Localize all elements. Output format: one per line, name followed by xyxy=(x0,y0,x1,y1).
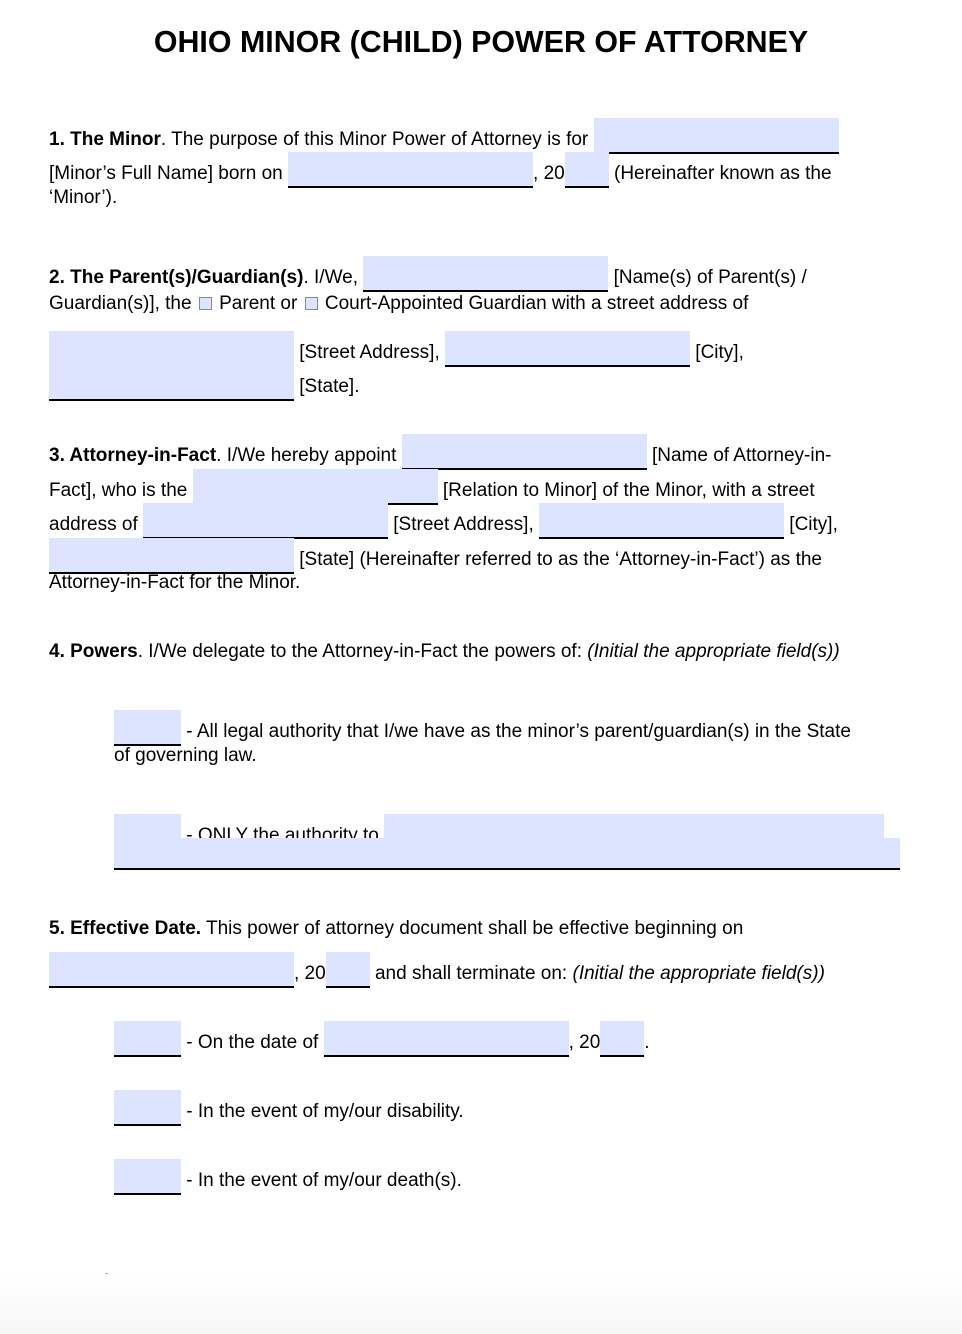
section5-option3: - In the event of my/our death(s). xyxy=(114,1159,462,1195)
option-text: - In the event of my/our disability. xyxy=(181,1101,464,1122)
effective-start-date-field[interactable] xyxy=(49,952,294,988)
footer-site: PowerofAttorney.com xyxy=(49,1272,201,1289)
attorney-city-field[interactable] xyxy=(539,503,785,539)
section3-line1: 3. Attorney-in-Fact. I/We hereby appoint… xyxy=(49,434,831,470)
attorney-state-field[interactable] xyxy=(49,538,294,574)
section2-line3: [Street Address], [City], xyxy=(49,331,744,367)
court-guardian-checkbox-label: Court-Appointed Guardian with a street a… xyxy=(319,293,749,314)
only-authority-field-2[interactable] xyxy=(114,838,900,870)
section3-line3: address of [Street Address], [City], xyxy=(49,503,838,539)
section1-heading: 1. The Minor xyxy=(49,129,161,150)
option-text: . xyxy=(644,1032,650,1053)
minor-name-field[interactable] xyxy=(593,118,839,154)
initial-terminate-date-field[interactable] xyxy=(114,1021,181,1057)
section3-text: [City], xyxy=(784,514,838,535)
section2-line2: Guardian(s)], the Parent or Court-Appoin… xyxy=(49,293,748,315)
section2-text: [Name(s) of Parent(s) / xyxy=(608,267,807,288)
initial-death-field[interactable] xyxy=(114,1159,181,1195)
section1-text: [Minor’s Full Name] born on xyxy=(49,163,289,184)
section2-line4: [State]. xyxy=(49,365,359,401)
terminate-date-field[interactable] xyxy=(323,1021,569,1057)
parent-checkbox-label: Parent or xyxy=(213,293,303,314)
section3-text: [Street Address], xyxy=(388,514,540,535)
document-page: OHIO MINOR (CHILD) POWER OF ATTORNEY 1. … xyxy=(0,0,962,1334)
section5-text: and shall terminate on: xyxy=(369,963,573,984)
section3-heading: 3. Attorney-in-Fact xyxy=(49,445,217,466)
option-text: - All legal authority that I/we have as … xyxy=(181,721,851,742)
parent-state-field[interactable] xyxy=(49,365,294,401)
section5-option2: - In the event of my/our disability. xyxy=(114,1090,464,1126)
court-guardian-checkbox[interactable] xyxy=(304,297,318,310)
section4-option1: - All legal authority that I/we have as … xyxy=(114,710,851,746)
parent-names-field[interactable] xyxy=(363,256,609,292)
section5-heading: 5. Effective Date. xyxy=(49,918,202,939)
section3-line2: Fact], who is the [Relation to Minor] of… xyxy=(49,469,815,505)
minor-birth-year-field[interactable] xyxy=(564,152,609,188)
section1-text: . The purpose of this Minor Power of Att… xyxy=(160,129,594,150)
effective-start-year-field[interactable] xyxy=(325,952,370,988)
section2-text: [Street Address], xyxy=(294,342,446,363)
initial-all-authority-field[interactable] xyxy=(114,710,181,746)
section1-line1: 1. The Minor. The purpose of this Minor … xyxy=(49,118,839,154)
section3-text: [Relation to Minor] of the Minor, with a… xyxy=(437,480,815,501)
attorney-name-field[interactable] xyxy=(401,434,647,470)
section4-heading: 4. Powers xyxy=(49,641,138,662)
section2-heading: 2. The Parent(s)/Guardian(s) xyxy=(49,267,304,288)
attorney-street-field[interactable] xyxy=(143,503,388,539)
initial-disability-field[interactable] xyxy=(114,1090,181,1126)
section1-line2: [Minor’s Full Name] born on , 20 (Herein… xyxy=(49,152,832,188)
option-text: - On the date of xyxy=(181,1032,324,1053)
section5-option1: - On the date of , 20. xyxy=(114,1021,650,1057)
section3-line4: [State] (Hereinafter referred to as the … xyxy=(49,538,822,574)
section2-line1: 2. The Parent(s)/Guardian(s). I/We, [Nam… xyxy=(49,256,807,292)
section4-line1: 4. Powers. I/We delegate to the Attorney… xyxy=(49,641,840,663)
section5-text: , 20 xyxy=(294,963,326,984)
section5-line2: , 20 and shall terminate on: (Initial th… xyxy=(49,952,825,988)
section5-line1: 5. Effective Date. This power of attorne… xyxy=(49,918,743,940)
option-text: , 20 xyxy=(568,1032,601,1053)
parent-checkbox[interactable] xyxy=(198,297,212,310)
section3-text: Fact], who is the xyxy=(49,480,193,501)
section3-text: [State] (Hereinafter referred to as the … xyxy=(294,549,823,570)
section2-text: . I/We, xyxy=(303,267,364,288)
section2-text: [State]. xyxy=(294,376,360,397)
section2-text: Guardian(s)], the xyxy=(49,293,197,314)
section4-option2: - ONLY the authority to xyxy=(114,814,885,850)
attorney-relation-field[interactable] xyxy=(192,469,438,505)
section1-text: (Hereinafter known as the xyxy=(608,163,832,184)
section3-text: [Name of Attorney-in- xyxy=(646,445,832,466)
option-text: - In the event of my/our death(s). xyxy=(181,1170,462,1191)
section4-option1-cont: of governing law. xyxy=(114,745,257,766)
section1-text: , 20 xyxy=(533,163,565,184)
section4-text: . I/We delegate to the Attorney-in-Fact … xyxy=(137,641,588,662)
document-title: OHIO MINOR (CHILD) POWER OF ATTORNEY xyxy=(153,24,809,59)
section5-instruction: (Initial the appropriate field(s)) xyxy=(572,963,825,984)
section3-text: address of xyxy=(49,514,143,535)
page-number: Page 1 of 3 xyxy=(841,1285,923,1302)
terminate-year-field[interactable] xyxy=(600,1021,645,1057)
section1-line3: ‘Minor’). xyxy=(49,187,118,208)
section3-line5: Attorney-in-Fact for the Minor. xyxy=(49,572,301,593)
section4-instruction: (Initial the appropriate field(s)) xyxy=(587,641,840,662)
parent-city-field[interactable] xyxy=(445,331,691,367)
parent-street-field[interactable] xyxy=(49,331,294,367)
section5-text: This power of attorney document shall be… xyxy=(201,918,744,939)
section3-text: . I/We hereby appoint xyxy=(216,445,402,466)
minor-birth-date-field[interactable] xyxy=(288,152,534,188)
section2-text: [City], xyxy=(690,342,744,363)
